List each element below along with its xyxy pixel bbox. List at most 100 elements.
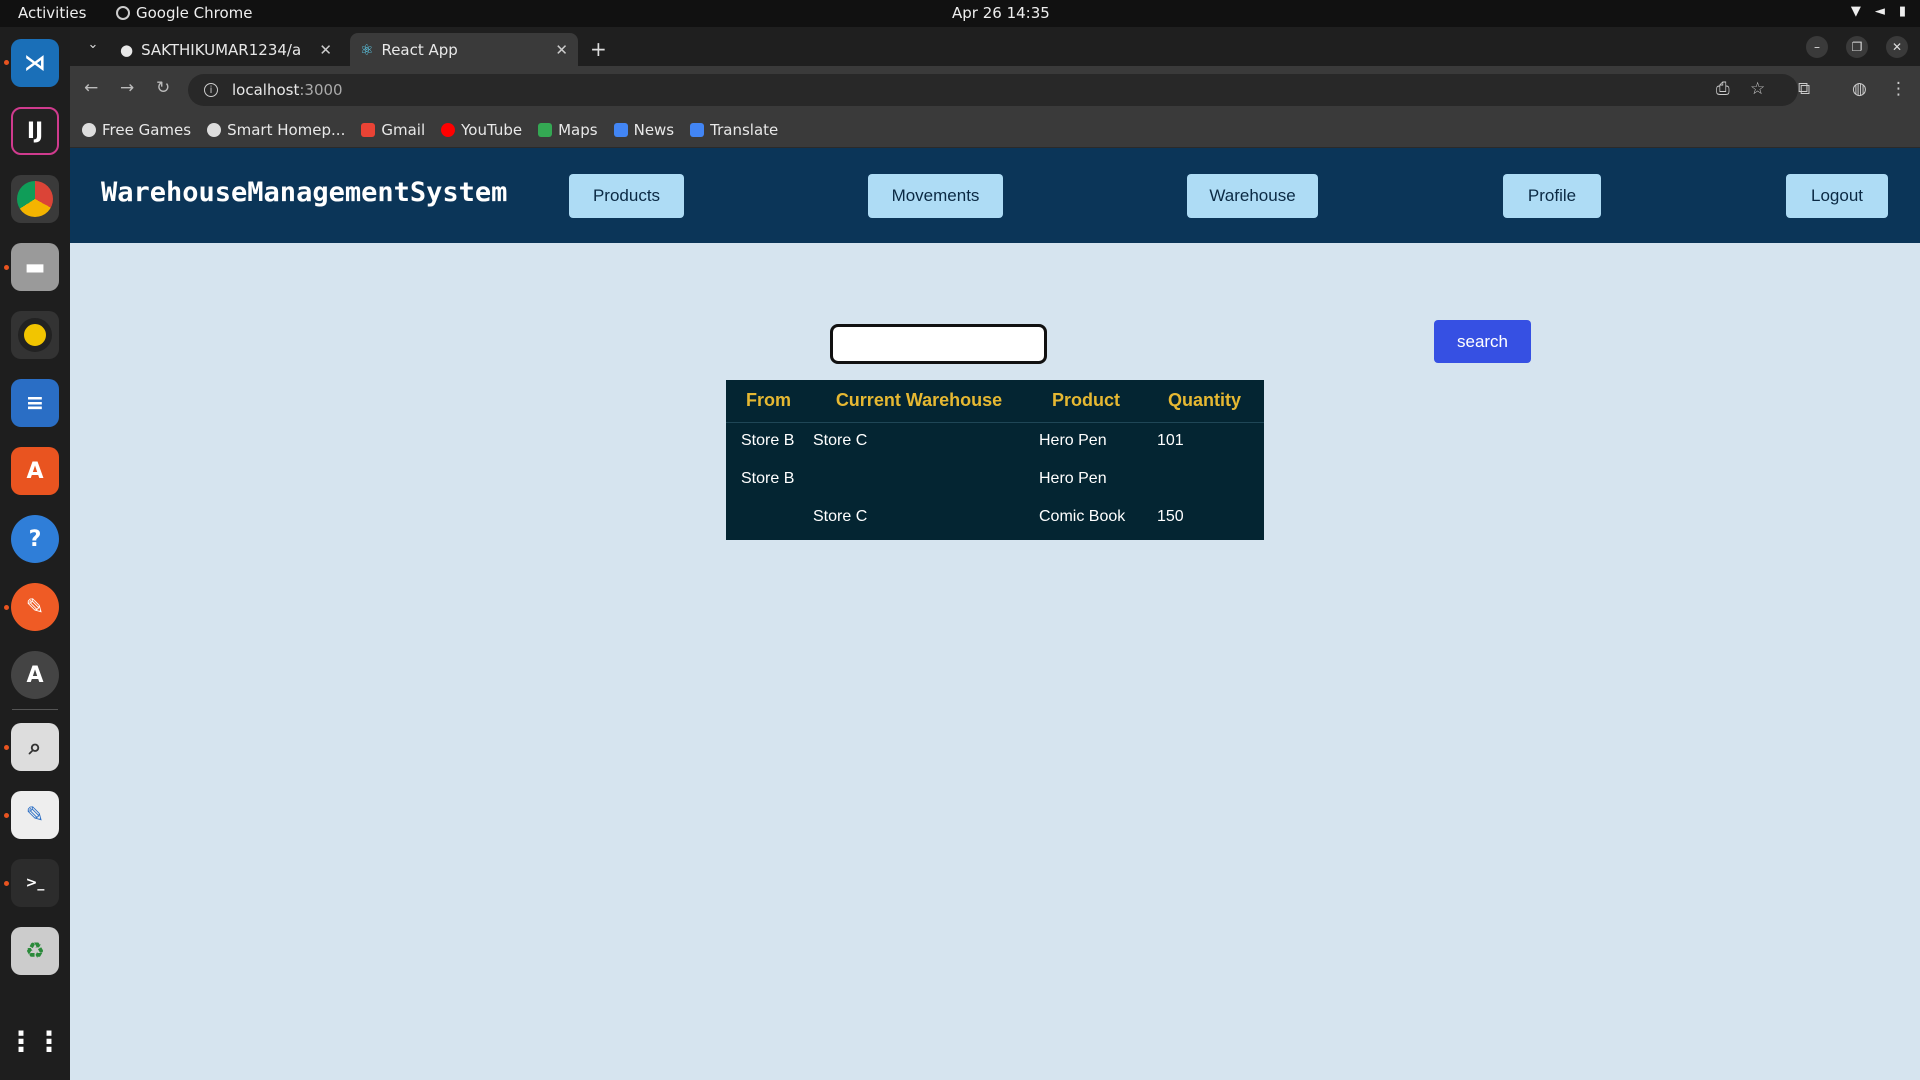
document-viewer-icon[interactable]: ⌕ xyxy=(11,723,59,771)
youtube-icon xyxy=(441,123,456,137)
restore-icon[interactable]: ❐ xyxy=(1846,36,1868,58)
cell-from: Store B xyxy=(741,432,795,450)
site-info-icon[interactable]: i xyxy=(204,83,218,97)
cell-product: Comic Book xyxy=(1039,508,1126,525)
clock[interactable]: Apr 26 14:35 xyxy=(952,4,1050,22)
reload-icon[interactable]: ↻ xyxy=(156,78,170,98)
forward-icon[interactable]: → xyxy=(120,78,134,98)
back-icon[interactable]: ← xyxy=(84,78,98,98)
extensions-icon[interactable]: ⧉ xyxy=(1798,79,1810,99)
column-header-product: Product xyxy=(1027,380,1145,423)
cell-from: Store B xyxy=(741,470,795,487)
running-indicator xyxy=(4,265,9,270)
search-input[interactable] xyxy=(830,324,1047,364)
rhythmbox-icon[interactable] xyxy=(11,311,59,359)
cell-current-warehouse xyxy=(811,460,1027,498)
table-row: Store B Store C Hero Pen 101 xyxy=(726,422,1264,460)
vscode-icon[interactable]: ⋊ xyxy=(11,39,59,87)
chrome-dock-icon[interactable] xyxy=(11,175,59,223)
tab-title: SAKTHIKUMAR1234/ae xyxy=(141,40,302,59)
terminal-icon[interactable]: >_ xyxy=(11,859,59,907)
bookmark-label: News xyxy=(633,121,675,139)
show-apps-icon[interactable]: ⋮⋮ xyxy=(7,1017,63,1065)
tab-strip: ⌄ ● SAKTHIKUMAR1234/ae ✕ ⚛ React App ✕ +… xyxy=(70,27,1920,66)
bookmarks-bar: Free Games Smart Homep... Gmail YouTube … xyxy=(70,113,1920,148)
table-row: Store B Hero Pen xyxy=(726,460,1264,498)
close-icon[interactable]: ✕ xyxy=(555,41,568,59)
movements-button[interactable]: Movements xyxy=(868,174,1003,218)
cell-product: Hero Pen xyxy=(1039,470,1107,487)
cell-quantity xyxy=(1145,460,1264,498)
url-host: localhost xyxy=(232,81,300,99)
running-indicator xyxy=(4,605,9,610)
globe-icon xyxy=(82,123,96,137)
running-indicator xyxy=(4,813,9,818)
bookmark-translate[interactable]: Translate xyxy=(690,121,778,139)
address-bar[interactable]: i localhost:3000 xyxy=(188,74,1798,106)
tab-github[interactable]: ● SAKTHIKUMAR1234/ae ✕ xyxy=(110,33,342,66)
page-content: WarehouseManagementSystem Products Movem… xyxy=(70,148,1920,1080)
volume-icon: ◄ xyxy=(1874,4,1885,19)
bookmark-label: YouTube xyxy=(461,121,523,139)
new-tab-button[interactable]: + xyxy=(590,37,607,61)
bookmark-star-icon[interactable]: ☆ xyxy=(1750,79,1765,99)
tab-react-app[interactable]: ⚛ React App ✕ xyxy=(350,33,578,66)
globe-icon xyxy=(207,123,222,137)
bookmark-smart-home[interactable]: Smart Homep... xyxy=(207,121,345,139)
software-updater-icon[interactable]: A xyxy=(11,651,59,699)
text-editor-icon[interactable]: ✎ xyxy=(11,791,59,839)
products-button[interactable]: Products xyxy=(569,174,684,218)
close-icon[interactable]: ✕ xyxy=(319,41,332,59)
wifi-icon: ▼ xyxy=(1850,4,1861,19)
battery-icon: ▮ xyxy=(1898,4,1906,19)
app-center-icon[interactable]: A xyxy=(11,447,59,495)
activities-button[interactable]: Activities xyxy=(18,4,86,22)
bookmark-maps[interactable]: Maps xyxy=(538,121,598,139)
browser-toolbar: ← → ↻ i localhost:3000 ⎙ ☆ ⧉ ◍ ⋮ xyxy=(70,66,1920,113)
profile-avatar-icon[interactable]: ◍ xyxy=(1852,79,1867,99)
chrome-icon xyxy=(116,6,130,20)
app-menu[interactable]: Google Chrome xyxy=(116,4,253,22)
help-icon[interactable]: ? xyxy=(11,515,59,563)
trash-icon[interactable]: ♻ xyxy=(11,927,59,975)
translate-icon xyxy=(690,123,705,137)
warehouse-button[interactable]: Warehouse xyxy=(1187,174,1318,218)
dock: ⋊ IJ ▬ ≡ A ? ✎ A ⌕ ✎ >_ ♻ ⋮⋮ xyxy=(0,27,70,1080)
bookmark-label: Gmail xyxy=(381,121,426,139)
column-header-from: From xyxy=(726,380,811,423)
running-indicator xyxy=(4,881,9,886)
running-indicator xyxy=(4,60,9,65)
dock-separator xyxy=(12,709,58,710)
bookmark-gmail[interactable]: Gmail xyxy=(361,121,425,139)
bookmark-news[interactable]: News xyxy=(613,121,675,139)
cell-quantity: 101 xyxy=(1157,432,1184,450)
minimize-icon[interactable]: – xyxy=(1806,36,1828,58)
window-close-icon[interactable]: ✕ xyxy=(1886,36,1908,58)
gmail-icon xyxy=(361,123,376,137)
maps-icon xyxy=(538,123,553,137)
app-navbar: WarehouseManagementSystem Products Movem… xyxy=(70,148,1920,243)
cell-current-warehouse: Store C xyxy=(813,432,868,450)
cell-product: Hero Pen xyxy=(1039,432,1107,450)
bookmark-free-games[interactable]: Free Games xyxy=(82,121,191,139)
writer-icon[interactable]: ≡ xyxy=(11,379,59,427)
files-icon[interactable]: ▬ xyxy=(11,243,59,291)
intellij-icon[interactable]: IJ xyxy=(11,107,59,155)
react-icon: ⚛ xyxy=(360,40,374,59)
column-header-current-warehouse: Current Warehouse xyxy=(811,380,1027,423)
news-icon xyxy=(613,123,628,137)
logout-button[interactable]: Logout xyxy=(1786,174,1888,218)
cell-from xyxy=(726,498,811,536)
postman-icon[interactable]: ✎ xyxy=(11,583,59,631)
bookmark-youtube[interactable]: YouTube xyxy=(441,121,522,139)
system-top-bar: Activities Google Chrome Apr 26 14:35 ▼ … xyxy=(0,0,1920,27)
bookmark-label: Smart Homep... xyxy=(227,121,346,139)
tab-search-button[interactable]: ⌄ xyxy=(82,37,104,59)
movements-table: From Current Warehouse Product Quantity … xyxy=(726,380,1264,540)
profile-button[interactable]: Profile xyxy=(1503,174,1601,218)
menu-icon[interactable]: ⋮ xyxy=(1890,79,1907,99)
system-tray[interactable]: ▼ ◄ ▮ xyxy=(1851,4,1906,19)
search-button[interactable]: search xyxy=(1434,320,1531,363)
github-icon: ● xyxy=(120,40,134,59)
install-app-icon[interactable]: ⎙ xyxy=(1716,79,1730,99)
